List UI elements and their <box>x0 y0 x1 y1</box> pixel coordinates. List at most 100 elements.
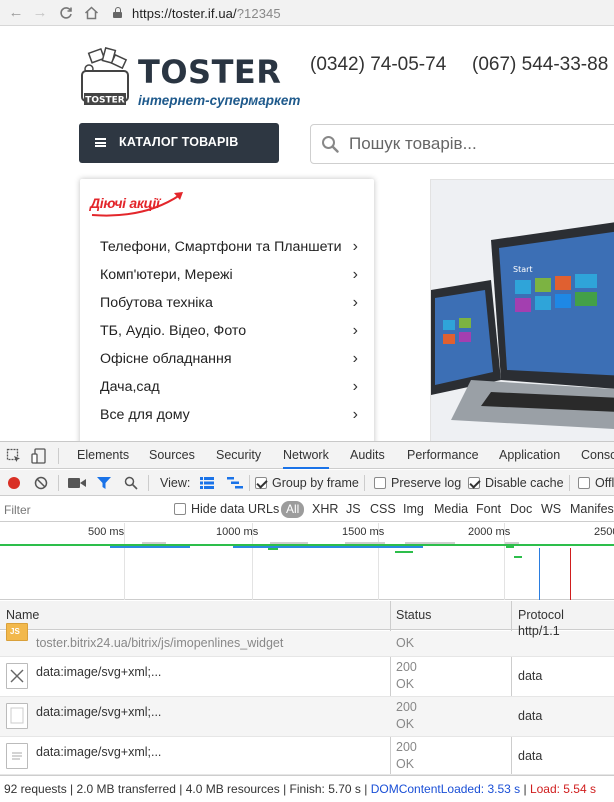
address-bar[interactable]: https://toster.if.ua/?12345 <box>132 6 281 21</box>
browser-toolbar: ← → https://toster.if.ua/?12345 <box>0 0 614 26</box>
search-input[interactable] <box>349 131 614 157</box>
menu-item[interactable]: Комп'ютери, Мережі › <box>100 261 368 289</box>
filter-type-font[interactable]: Font <box>476 497 501 522</box>
tab-application[interactable]: Application <box>499 442 560 469</box>
list-view-icon <box>200 477 214 489</box>
filter-type-manifest[interactable]: Manifest <box>570 497 614 522</box>
phone-number-1[interactable]: (0342) 74-05-74 <box>310 54 446 76</box>
request-row[interactable]: data:image/svg+xml;... 200 OK data <box>0 657 614 697</box>
timeline-bar <box>395 551 413 553</box>
site-logo[interactable]: TOSTER TOSTER інтернет-супермаркет <box>80 43 300 123</box>
request-status-text: OK <box>396 757 415 771</box>
filter-type-all[interactable]: All <box>281 501 305 518</box>
phone-number-2[interactable]: (067) 544-33-88 <box>472 54 608 76</box>
search-network-button[interactable] <box>124 470 138 496</box>
menu-item[interactable]: Дача,сад › <box>100 373 368 401</box>
filter-input[interactable] <box>4 501 162 518</box>
menu-item-label: Побутова техніка <box>100 295 213 311</box>
back-arrow-icon[interactable]: ← <box>6 3 26 23</box>
close-icon <box>6 663 28 689</box>
timeline-bar <box>514 556 522 558</box>
document-lines-icon <box>6 743 28 769</box>
disable-cache-checkbox[interactable]: Disable cache <box>468 470 564 496</box>
record-icon <box>8 477 20 489</box>
inspect-element-icon[interactable] <box>6 448 22 464</box>
checkbox-unchecked[interactable] <box>174 503 186 515</box>
catalog-button[interactable]: КАТАЛОГ ТОВАРІВ <box>79 123 279 163</box>
checkbox-unchecked[interactable] <box>374 477 386 489</box>
search-icon[interactable] <box>321 135 339 153</box>
filter-type-media[interactable]: Media <box>434 497 468 522</box>
tab-elements[interactable]: Elements <box>77 442 129 469</box>
filter-type-js[interactable]: JS <box>346 497 361 522</box>
waterfall-icon <box>227 477 243 489</box>
timeline-tick-label: 1500 ms <box>342 526 385 538</box>
filter-type-doc[interactable]: Doc <box>510 497 532 522</box>
promo-banner-laptop-image[interactable]: Start <box>430 179 614 441</box>
filter-toggle-button[interactable] <box>96 470 112 496</box>
catalog-button-label: КАТАЛОГ ТОВАРІВ <box>119 135 239 149</box>
menu-item[interactable]: Побутова техніка › <box>100 289 368 317</box>
disable-cache-label: Disable cache <box>485 476 564 490</box>
request-protocol: data <box>518 669 543 683</box>
tab-sources[interactable]: Sources <box>149 442 195 469</box>
checkbox-unchecked[interactable] <box>578 477 590 489</box>
menu-item-label: Телефони, Смартфони та Планшети <box>100 239 342 255</box>
request-name: data:image/svg+xml;... <box>36 665 162 679</box>
request-name: toster.bitrix24.ua/bitrix/js/imopenlines… <box>36 636 284 650</box>
menu-item[interactable]: Офісне обладнання › <box>100 345 368 373</box>
checkbox-checked[interactable] <box>468 477 480 489</box>
offline-checkbox[interactable]: Offl <box>578 470 614 496</box>
preserve-log-checkbox[interactable]: Preserve log <box>374 470 461 496</box>
hide-data-urls-checkbox[interactable]: Hide data URLs <box>174 497 279 522</box>
tab-conso[interactable]: Conso <box>581 442 614 469</box>
reload-icon[interactable] <box>56 3 76 23</box>
request-name: data:image/svg+xml;... <box>36 705 162 719</box>
timeline-bar <box>506 546 514 548</box>
menu-item-label: Комп'ютери, Мережі <box>100 267 233 283</box>
hamburger-menu-icon <box>95 138 106 147</box>
network-overview-timeline[interactable]: 500 ms 1000 ms 1500 ms 2000 ms 2500 ms <box>0 523 614 600</box>
timeline-bar <box>142 542 166 544</box>
timeline-bar <box>270 542 308 544</box>
tab-security[interactable]: Security <box>216 442 261 469</box>
forward-arrow-icon[interactable]: → <box>30 3 50 23</box>
filter-type-xhr[interactable]: XHR <box>312 497 338 522</box>
filter-type-ws[interactable]: WS <box>541 497 561 522</box>
summary-requests: 92 requests <box>4 782 67 796</box>
checkbox-checked[interactable] <box>255 477 267 489</box>
home-icon[interactable] <box>81 3 101 23</box>
load-event-marker <box>570 548 571 600</box>
tab-network[interactable]: Network <box>283 442 329 469</box>
filter-type-css[interactable]: CSS <box>370 497 396 522</box>
group-by-frame-checkbox[interactable]: Group by frame <box>255 470 359 496</box>
device-toolbar-icon[interactable] <box>31 448 47 464</box>
large-rows-toggle[interactable] <box>200 470 214 496</box>
request-status-text: OK <box>396 677 415 691</box>
timeline-tick-label: 2000 ms <box>468 526 511 538</box>
request-row[interactable]: data:image/svg+xml;... 200 OK data <box>0 737 614 775</box>
promo-link[interactable]: Діючі акції <box>84 185 194 217</box>
menu-item[interactable]: Телефони, Смартфони та Планшети › <box>100 233 368 261</box>
timeline-tick-label: 1000 ms <box>216 526 259 538</box>
request-row[interactable]: data:image/svg+xml;... 200 OK data <box>0 697 614 737</box>
screenshot-button[interactable] <box>68 470 86 496</box>
clear-button[interactable] <box>34 470 48 496</box>
request-protocol: data <box>518 749 543 763</box>
category-menu: Діючі акції Телефони, Смартфони та Планш… <box>80 179 374 441</box>
request-status-text: OK <box>396 636 415 650</box>
tab-audits[interactable]: Audits <box>350 442 385 469</box>
filter-type-img[interactable]: Img <box>403 497 424 522</box>
record-button[interactable] <box>7 470 21 496</box>
menu-item[interactable]: ТБ, Аудіо. Відео, Фото › <box>100 317 368 345</box>
tab-performance[interactable]: Performance <box>407 442 479 469</box>
request-status-code: 200 <box>396 700 417 714</box>
network-summary-bar: 92 requests | 2.0 MB transferred | 4.0 M… <box>0 775 614 801</box>
menu-item-label: Все для дому <box>100 407 190 423</box>
search-box[interactable] <box>310 124 614 164</box>
overview-toggle[interactable] <box>227 470 243 496</box>
column-status-header[interactable]: Status <box>396 601 431 630</box>
request-row[interactable]: JS toster.bitrix24.ua/bitrix/js/imopenlin… <box>0 623 614 657</box>
menu-item[interactable]: Все для дому › <box>100 401 368 429</box>
timeline-tick-label: 2500 ms <box>594 526 614 538</box>
